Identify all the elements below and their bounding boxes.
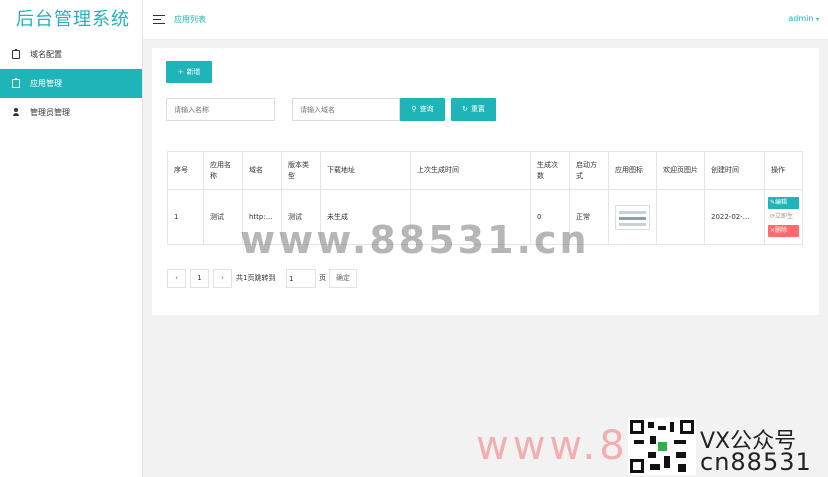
- page-number[interactable]: 1: [190, 269, 209, 288]
- table-header-row: 序号 应用名称 域名 版本类型 下载地址 上次生成时间 生成次数 启动方式 应用…: [167, 151, 803, 190]
- col-header: 创建时间: [704, 151, 765, 190]
- menu-toggle-icon[interactable]: [153, 15, 165, 25]
- app-icon-thumbnail[interactable]: [615, 204, 650, 230]
- search-icon: ⚲: [411, 105, 417, 113]
- prev-page-button[interactable]: ‹: [167, 269, 186, 288]
- page-total-text: 共1页跳转到: [236, 274, 276, 282]
- breadcrumb[interactable]: 应用列表: [174, 14, 206, 25]
- generate-button-label: 立即生: [775, 213, 794, 220]
- cell-created: 2022-02-...: [704, 189, 765, 245]
- reset-button-label: 重置: [470, 105, 485, 113]
- plus-icon: +: [177, 68, 184, 76]
- delete-button-label: 删除: [775, 227, 788, 234]
- domain-search-input[interactable]: [292, 98, 400, 121]
- cell-name: 测试: [203, 189, 243, 245]
- sidebar: 后台管理系统 域名配置 应用管理 管理员管理: [0, 0, 143, 477]
- delete-button[interactable]: ×删除: [768, 225, 799, 237]
- watermark-bottom: www.8: [476, 423, 629, 469]
- query-button-label: 查询: [419, 105, 434, 113]
- col-header: 应用名称: [203, 151, 243, 190]
- edit-button-label: 编辑: [775, 199, 788, 206]
- sidebar-item-domain-config[interactable]: 域名配置: [0, 40, 142, 69]
- add-button-label: 新增: [186, 68, 201, 76]
- cell-index: 1: [167, 189, 204, 245]
- refresh-icon: ↻: [462, 105, 468, 113]
- col-header: 应用图标: [608, 151, 657, 190]
- next-page-button[interactable]: ›: [213, 269, 232, 288]
- watermark-cn-text: cn88531: [700, 448, 812, 476]
- clipboard-icon: [12, 78, 20, 88]
- user-menu[interactable]: admin ▾: [788, 14, 819, 23]
- add-button[interactable]: + 新增: [166, 61, 212, 83]
- col-header: 欢迎页图片: [656, 151, 705, 190]
- content-card: +新增 ⚲查询 ↻重置 序号 应用名称 域名 版本类型 下载地址: [152, 48, 819, 315]
- sidebar-item-admin-management[interactable]: 管理员管理: [0, 98, 142, 127]
- col-header: 序号: [167, 151, 204, 190]
- edit-button[interactable]: ✎编辑: [768, 197, 799, 209]
- app-root: 后台管理系统 域名配置 应用管理 管理员管理 应用列表 admin ▾ + 新增 …: [0, 0, 828, 477]
- sidebar-item-label: 域名配置: [30, 50, 62, 59]
- user-icon: [12, 108, 20, 117]
- col-header: 版本类型: [281, 151, 321, 190]
- generate-button[interactable]: ⟳立即生: [768, 211, 799, 223]
- jump-confirm-button[interactable]: 确定: [329, 269, 357, 288]
- col-header: 下载地址: [320, 151, 411, 190]
- sidebar-item-label: 管理员管理: [30, 108, 70, 117]
- sidebar-item-app-management[interactable]: 应用管理: [0, 69, 142, 98]
- col-header: 域名: [242, 151, 282, 190]
- reset-button[interactable]: ↻ 重置: [451, 98, 496, 121]
- sidebar-item-label: 应用管理: [30, 79, 62, 88]
- col-header: 操作: [764, 151, 803, 190]
- cell-welcome: [656, 189, 705, 245]
- cell-actions: ✎编辑 ⟳立即生 ×删除: [764, 189, 803, 245]
- app-logo: 后台管理系统: [16, 9, 130, 30]
- query-button[interactable]: ⚲ 查询: [400, 98, 445, 121]
- col-header: 生成次数: [530, 151, 570, 190]
- name-search-input[interactable]: [166, 98, 275, 121]
- caret-down-icon: ▾: [815, 16, 819, 23]
- clipboard-icon: [12, 49, 20, 59]
- page-unit: 页: [319, 274, 326, 282]
- jump-page-input[interactable]: [286, 269, 316, 288]
- cell-app-icon: [608, 189, 657, 245]
- top-header: 应用列表 admin ▾: [143, 0, 828, 40]
- col-header: 上次生成时间: [410, 151, 531, 190]
- watermark-center: www.88531.cn: [240, 218, 590, 262]
- col-header: 启动方式: [569, 151, 609, 190]
- qr-code-image: [628, 418, 696, 475]
- username: admin: [788, 14, 814, 23]
